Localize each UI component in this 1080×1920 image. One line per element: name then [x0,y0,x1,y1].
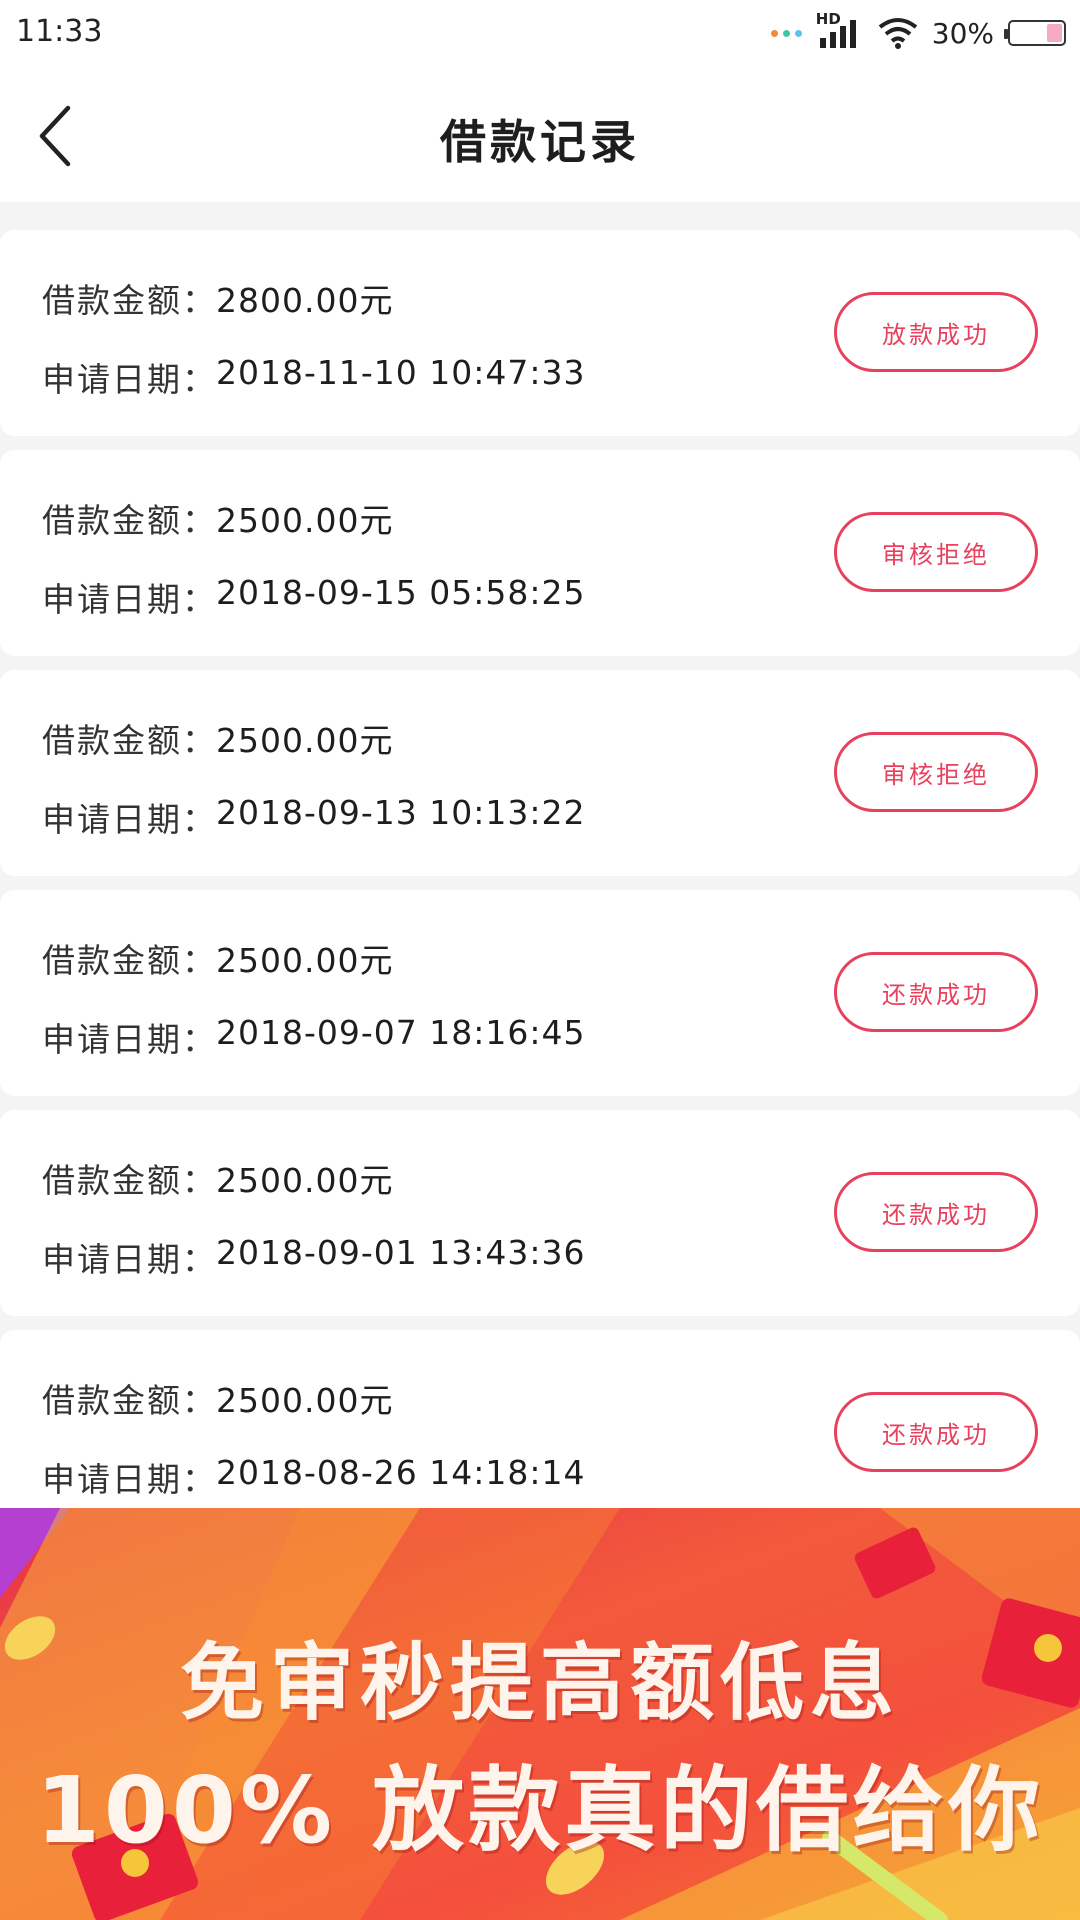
date-label: 申请日期： [42,360,217,399]
apply-date: 2018-09-13 10:13:22 [216,793,586,832]
loan-amount: 2500.00元 [216,1161,394,1200]
apply-date: 2018-11-10 10:47:33 [216,353,586,392]
loan-amount: 2500.00元 [216,941,394,980]
date-label: 申请日期： [42,1460,217,1499]
loan-amount: 2500.00元 [216,501,394,540]
loan-record-card[interactable]: 借款金额： 2500.00元 申请日期： 2018-09-15 05:58:25… [0,450,1080,656]
page-title: 借款记录 [440,115,640,169]
status-button[interactable]: 审核拒绝 [834,512,1038,592]
cellular-signal-icon: HD [816,10,864,50]
status-button[interactable]: 还款成功 [834,952,1038,1032]
loan-amount: 2800.00元 [216,281,394,320]
date-label: 申请日期： [42,800,217,839]
loan-record-card[interactable]: 借款金额： 2500.00元 申请日期： 2018-09-13 10:13:22… [0,670,1080,876]
status-button[interactable]: 审核拒绝 [834,732,1038,812]
status-button[interactable]: 还款成功 [834,1172,1038,1252]
loan-record-card[interactable]: 借款金额： 2500.00元 申请日期： 2018-09-07 18:16:45… [0,890,1080,1096]
wifi-icon [878,18,917,49]
battery-percent: 30% [931,16,994,50]
amount-label: 借款金额： [42,501,217,540]
loan-record-card[interactable]: 借款金额： 2500.00元 申请日期： 2018-08-26 14:18:14… [0,1330,1080,1536]
amount-label: 借款金额： [42,281,217,320]
status-time: 11:33 [16,14,103,49]
status-button[interactable]: 放款成功 [834,292,1038,372]
amount-label: 借款金额： [42,721,217,760]
app-header: 借款记录 [0,66,1080,202]
loan-record-card[interactable]: 借款金额： 2500.00元 申请日期： 2018-09-01 13:43:36… [0,1110,1080,1316]
apply-date: 2018-08-26 14:18:14 [216,1453,586,1492]
status-bar: 11:33 HD 30% [0,0,1080,66]
promo-banner[interactable]: 免审秒提高额低息 100% 放款真的借给你 [0,1508,1080,1920]
loan-record-card[interactable]: 借款金额： 2800.00元 申请日期： 2018-11-10 10:47:33… [0,230,1080,436]
loan-amount: 2500.00元 [216,721,394,760]
battery-icon [1004,20,1066,46]
amount-label: 借款金额： [42,1381,217,1420]
amount-label: 借款金额： [42,941,217,980]
date-label: 申请日期： [42,1020,217,1059]
banner-subheadline: 100% 放款真的借给你 [35,1757,1045,1864]
date-label: 申请日期： [42,1240,217,1279]
notification-dots-icon [770,29,802,37]
amount-label: 借款金额： [42,1161,217,1200]
status-icons: HD 30% [770,10,1066,56]
banner-headline: 免审秒提高额低息 [179,1634,900,1732]
apply-date: 2018-09-07 18:16:45 [216,1013,586,1052]
status-button[interactable]: 还款成功 [834,1392,1038,1472]
date-label: 申请日期： [42,580,217,619]
apply-date: 2018-09-01 13:43:36 [216,1233,586,1272]
apply-date: 2018-09-15 05:58:25 [216,573,586,612]
loan-amount: 2500.00元 [216,1381,394,1420]
